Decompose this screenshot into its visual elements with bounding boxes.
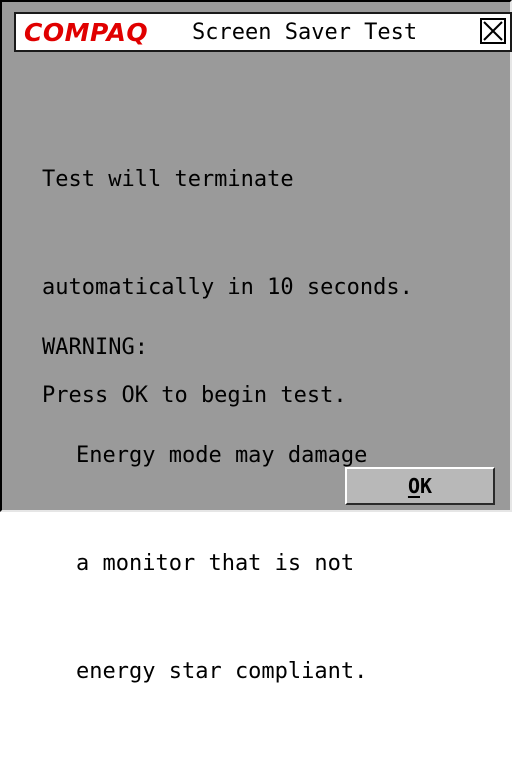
warning-block: WARNING: Energy mode may damage a monito… (42, 258, 367, 762)
close-x-icon (483, 21, 503, 41)
compaq-logo: COMPAQ (24, 18, 149, 47)
warning-line-1: Energy mode may damage (76, 443, 368, 468)
window-title: Screen Saver Test (192, 20, 418, 45)
ok-button[interactable]: OK (345, 467, 495, 505)
screen-saver-test-dialog: COMPAQ Screen Saver Test Test will termi… (0, 0, 512, 684)
close-button[interactable] (480, 18, 506, 44)
message-line-1: Test will terminate (42, 167, 294, 192)
warning-line-2: a monitor that is not (76, 551, 355, 576)
ok-label-rest: K (420, 474, 433, 498)
warning-heading: WARNING: (42, 335, 148, 360)
ok-mnemonic: O (407, 474, 420, 498)
warning-line-3: energy star compliant. (76, 659, 368, 684)
title-bar: COMPAQ Screen Saver Test (14, 12, 512, 52)
